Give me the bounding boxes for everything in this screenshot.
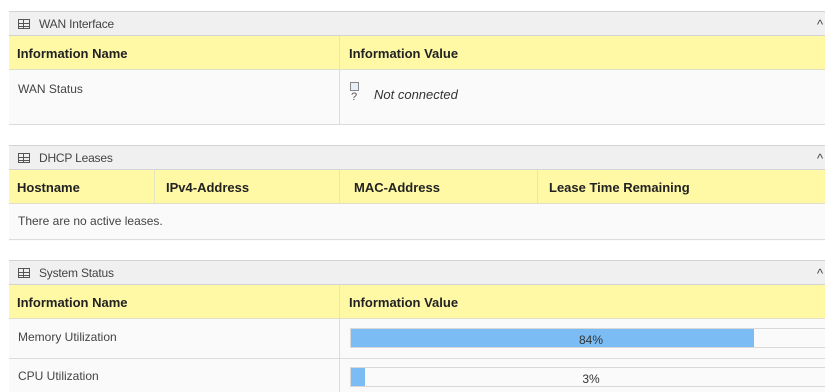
table-icon [18,18,30,29]
wan-panel-title: WAN Interface [39,16,114,31]
memory-utilization-row: Memory Utilization 84% [9,319,825,359]
dhcp-empty-row: There are no active leases. [9,204,825,240]
column-divider [339,285,340,318]
cpu-utilization-label: CPU Utilization [18,369,99,383]
system-header-row: Information Name Information Value [9,285,825,319]
wan-header-row: Information Name Information Value [9,36,825,70]
column-divider [339,319,340,358]
dhcp-header-mac: MAC-Address [354,180,440,195]
dhcp-header-ipv4: IPv4-Address [166,180,250,195]
wan-header-value: Information Value [349,46,459,61]
dhcp-header-lease-time: Lease Time Remaining [549,180,690,195]
wan-panel-header[interactable]: WAN Interface ^ [9,12,825,36]
cpu-progress-label: 3% [582,372,600,386]
table-icon [18,267,30,278]
system-panel-title: System Status [39,265,114,280]
dhcp-header-row: Hostname IPv4-Address MAC-Address Lease … [9,170,825,204]
cpu-utilization-row: CPU Utilization 3% [9,359,825,392]
wan-status-label: WAN Status [18,82,83,96]
collapse-icon[interactable]: ^ [817,17,825,32]
status-unknown-mark: ? [351,91,358,103]
dhcp-panel-header[interactable]: DHCP Leases ^ [9,146,825,170]
wan-interface-panel: WAN Interface ^ Information Name Informa… [9,11,825,125]
system-status-panel: System Status ^ Information Name Informa… [9,260,825,392]
dhcp-header-hostname: Hostname [17,180,80,195]
cpu-progress-bar: 3% [350,367,825,387]
connection-status-icon: ? [349,82,361,103]
column-divider [339,36,340,69]
memory-utilization-label: Memory Utilization [18,330,117,344]
system-header-name: Information Name [17,295,128,310]
memory-progress-label: 84% [578,333,604,347]
collapse-icon[interactable]: ^ [817,151,825,166]
dhcp-leases-panel: DHCP Leases ^ Hostname IPv4-Address MAC-… [9,145,825,241]
memory-progress-bar: 84% [350,328,825,348]
table-icon [18,152,30,163]
column-divider [339,170,340,203]
collapse-icon[interactable]: ^ [817,266,825,281]
column-divider [339,359,340,392]
column-divider [154,170,155,203]
wan-header-name: Information Name [17,46,128,61]
system-panel-header[interactable]: System Status ^ [9,261,825,285]
status-image-placeholder [350,82,359,91]
wan-status-value: Not connected [374,87,458,102]
column-divider [537,170,538,203]
column-divider [339,70,340,124]
system-header-value: Information Value [349,295,459,310]
dhcp-panel-title: DHCP Leases [39,150,113,165]
wan-status-row: WAN Status ? Not connected [9,70,825,125]
dhcp-empty-message: There are no active leases. [18,214,163,228]
